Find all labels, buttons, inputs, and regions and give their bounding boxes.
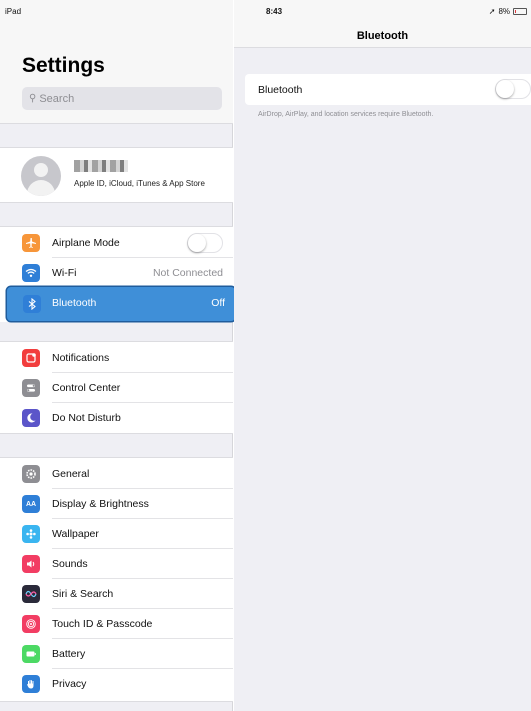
search-input[interactable]	[39, 92, 210, 105]
sidebar-item-siri-search[interactable]: Siri & Search	[0, 579, 233, 609]
sidebar-item-label: Wallpaper	[52, 528, 99, 540]
bluetooth-label: Bluetooth	[258, 84, 303, 96]
sidebar-item-touch-id[interactable]: Touch ID & Passcode	[0, 609, 233, 639]
battery-percent: 8%	[498, 7, 510, 16]
sidebar-item-wallpaper[interactable]: Wallpaper	[0, 519, 233, 549]
settings-sidebar: Settings ⚲ Apple ID, iCloud, iTunes & Ap…	[0, 0, 235, 711]
bluetooth-footnote: AirDrop, AirPlay, and location services …	[258, 111, 434, 118]
sidebar-item-label: Siri & Search	[52, 588, 114, 600]
sidebar-item-label: Privacy	[52, 678, 87, 690]
sidebar-item-control-center[interactable]: Control Center	[0, 373, 233, 403]
notifications-group: Notifications Control Center Do Not Dist…	[0, 341, 233, 434]
sidebar-item-notifications[interactable]: Notifications	[0, 343, 233, 373]
wifi-icon	[22, 264, 40, 282]
sidebar-item-battery[interactable]: Battery	[0, 639, 233, 669]
airplane-mode-toggle[interactable]	[187, 233, 223, 253]
search-field[interactable]: ⚲	[22, 87, 222, 110]
sidebar-item-label: Display & Brightness	[52, 498, 149, 510]
wallpaper-icon	[22, 525, 40, 543]
apple-id-profile[interactable]: Apple ID, iCloud, iTunes & App Store	[0, 147, 233, 203]
sidebar-item-label: Sounds	[52, 558, 88, 570]
ipad-settings-screen: Settings ⚲ Apple ID, iCloud, iTunes & Ap…	[0, 0, 531, 711]
status-right-group: ➚ 8%	[489, 7, 527, 16]
bluetooth-status: Off	[211, 297, 225, 309]
detail-title: Bluetooth	[356, 30, 409, 42]
sidebar-item-display-brightness[interactable]: AA Display & Brightness	[0, 489, 233, 519]
search-icon: ⚲	[29, 93, 37, 104]
location-arrow-icon: ➚	[488, 7, 496, 16]
general-group: General AA Display & Brightness Wallpape…	[0, 457, 233, 702]
bluetooth-toggle[interactable]	[495, 79, 531, 99]
wifi-status: Not Connected	[152, 267, 223, 279]
speaker-icon	[22, 555, 40, 573]
page-title: Settings	[22, 54, 105, 77]
sidebar-item-label: Airplane Mode	[52, 237, 120, 249]
sidebar-item-label: Touch ID & Passcode	[52, 618, 153, 630]
bluetooth-detail-pane: Bluetooth Bluetooth AirDrop, AirPlay, an…	[234, 0, 531, 711]
battery-icon	[22, 645, 40, 663]
sidebar-item-general[interactable]: General	[0, 459, 233, 489]
avatar	[21, 156, 61, 196]
sidebar-item-label: Wi-Fi	[52, 267, 77, 279]
siri-icon	[22, 585, 40, 603]
profile-subtitle: Apple ID, iCloud, iTunes & App Store	[74, 179, 205, 188]
sidebar-item-bluetooth[interactable]: Bluetooth Off	[7, 287, 235, 321]
sidebar-item-privacy[interactable]: Privacy	[0, 669, 233, 699]
profile-name-redacted	[74, 160, 128, 172]
bluetooth-setting-row: Bluetooth	[245, 74, 531, 105]
control-center-icon	[22, 379, 40, 397]
display-icon: AA	[22, 495, 40, 513]
sidebar-item-label: Control Center	[52, 382, 121, 394]
sidebar-item-label: Bluetooth	[52, 297, 97, 309]
sidebar-item-label: Notifications	[52, 352, 110, 364]
hand-icon	[22, 675, 40, 693]
sidebar-item-label: General	[52, 468, 90, 480]
airplane-icon	[22, 234, 40, 252]
sidebar-item-sounds[interactable]: Sounds	[0, 549, 233, 579]
status-bar: iPad 8:43 ➚ 8%	[0, 0, 531, 20]
moon-icon	[22, 409, 40, 427]
fingerprint-icon	[22, 615, 40, 633]
sidebar-item-do-not-disturb[interactable]: Do Not Disturb	[0, 403, 233, 433]
clock: 8:43	[266, 7, 283, 16]
bluetooth-icon	[23, 295, 41, 313]
gear-icon	[22, 465, 40, 483]
sidebar-item-label: Do Not Disturb	[52, 412, 121, 424]
sidebar-item-label: Battery	[52, 648, 86, 660]
sidebar-item-wifi[interactable]: Wi-Fi Not Connected	[0, 258, 233, 288]
notifications-icon	[22, 349, 40, 367]
carrier-label: iPad	[5, 7, 22, 16]
sidebar-item-airplane-mode[interactable]: Airplane Mode	[0, 228, 233, 258]
battery-status-icon	[513, 8, 527, 15]
